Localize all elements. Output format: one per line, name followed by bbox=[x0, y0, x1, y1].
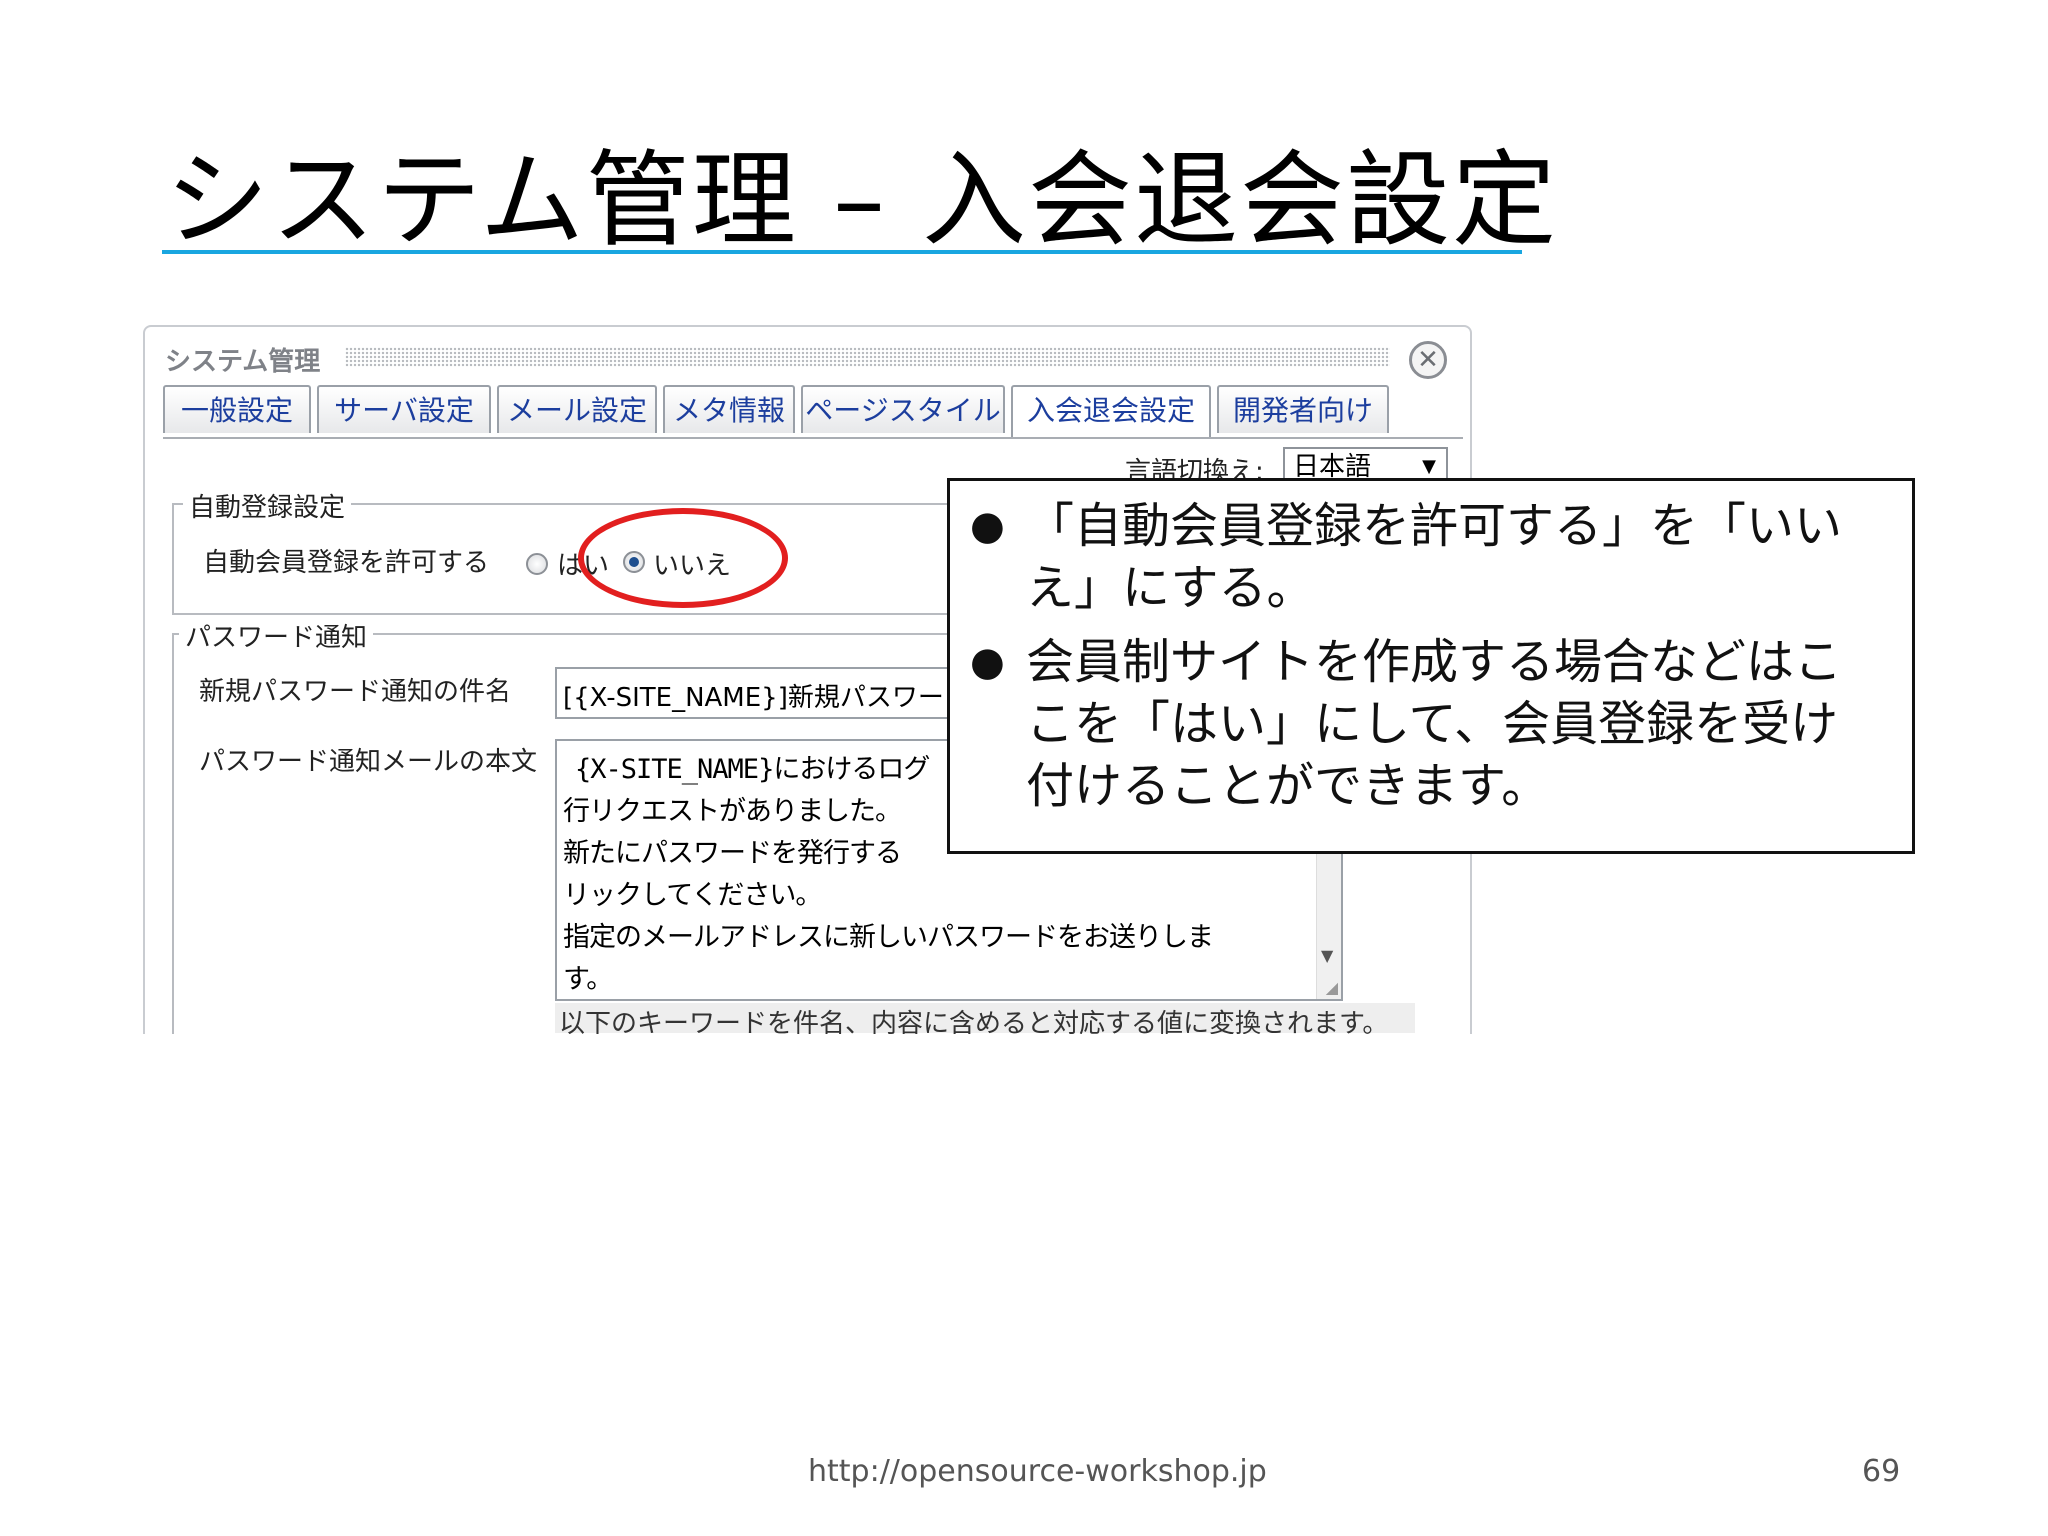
body-line: 行リクエストがありました。 bbox=[563, 796, 902, 827]
body-line: {X-SITE_NAME}におけるログ bbox=[575, 754, 930, 785]
password-notice-legend: パスワード通知 bbox=[179, 617, 374, 654]
callout-line: こを「はい」にして、会員登録を受け bbox=[1026, 696, 1839, 752]
resize-grip-icon[interactable]: ◢ bbox=[1326, 978, 1338, 997]
tab-meta[interactable]: メタ情報 bbox=[663, 385, 795, 433]
tab-server[interactable]: サーバ設定 bbox=[317, 385, 491, 433]
panel-drag-handle[interactable] bbox=[345, 347, 1390, 367]
tab-membership[interactable]: 入会退会設定 bbox=[1011, 385, 1211, 437]
callout-line: 「自動会員登録を許可する」を「いい bbox=[1026, 498, 1843, 554]
bullet-icon: ● bbox=[970, 503, 1005, 549]
panel-title: システム管理 bbox=[165, 347, 321, 377]
scroll-down-icon[interactable]: ▼ bbox=[1321, 946, 1333, 965]
settings-tabs: 一般設定 サーバ設定 メール設定 メタ情報 ページスタイル 入会退会設定 開発者… bbox=[163, 385, 1463, 439]
tab-mail[interactable]: メール設定 bbox=[497, 385, 657, 433]
keyword-hint-text: 以下のキーワードを件名、内容に含めると対応する値に変換されます。 bbox=[559, 1009, 1389, 1034]
close-icon[interactable]: ✕ bbox=[1409, 341, 1447, 379]
body-line: す。 bbox=[563, 964, 613, 995]
title-underline bbox=[162, 250, 1522, 254]
auto-register-legend: 自動登録設定 bbox=[183, 487, 352, 524]
body-line: リックしてください。 bbox=[563, 880, 822, 911]
footer-url[interactable]: http://opensource-workshop.jp bbox=[808, 1454, 1267, 1489]
slide-title: システム管理 – 入会退会設定 bbox=[165, 139, 1558, 261]
auto-register-label: 自動会員登録を許可する bbox=[203, 548, 490, 578]
subject-label: 新規パスワード通知の件名 bbox=[199, 677, 512, 707]
body-line: 新たにパスワードを発行する bbox=[563, 838, 902, 869]
tab-page-style[interactable]: ページスタイル bbox=[801, 385, 1005, 433]
subject-value: [{X-SITE_NAME}]新規パスワードの bbox=[563, 683, 996, 713]
callout-line: 会員制サイトを作成する場合などはこ bbox=[1026, 634, 1843, 690]
highlight-ellipse bbox=[578, 508, 788, 608]
callout-box: ● 「自動会員登録を許可する」を「いい え」にする。 ● 会員制サイトを作成する… bbox=[947, 478, 1915, 854]
tab-developer[interactable]: 開発者向け bbox=[1217, 385, 1389, 433]
panel-header: システム管理 ✕ bbox=[145, 327, 1470, 381]
body-label: パスワード通知メールの本文 bbox=[199, 747, 538, 777]
callout-line: 付けることができます。 bbox=[1026, 758, 1550, 814]
keyword-hint: 以下のキーワードを件名、内容に含めると対応する値に変換されます。 bbox=[555, 1003, 1415, 1034]
radio-yes[interactable] bbox=[526, 553, 548, 575]
page-number: 69 bbox=[1862, 1454, 1901, 1489]
body-line: 指定のメールアドレスに新しいパスワードをお送りしま bbox=[563, 922, 1214, 953]
bullet-icon: ● bbox=[970, 639, 1005, 685]
tab-general[interactable]: 一般設定 bbox=[163, 385, 311, 433]
callout-line: え」にする。 bbox=[1026, 560, 1315, 616]
